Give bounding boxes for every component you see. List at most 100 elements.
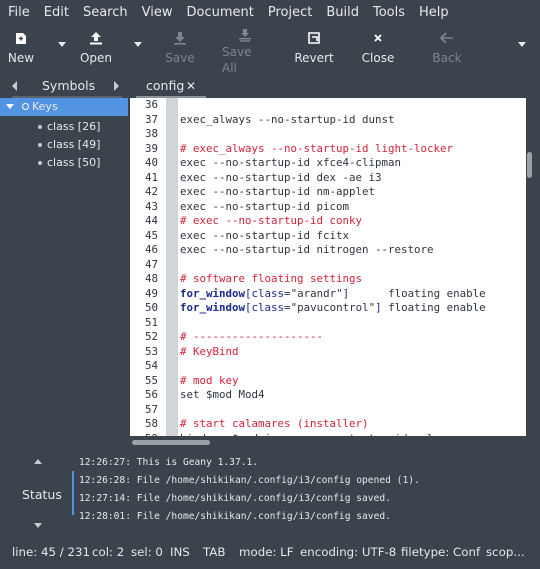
menu-tools[interactable]: Tools	[366, 0, 412, 26]
line-number: 42	[144, 185, 158, 198]
revert-button[interactable]: Revert	[294, 28, 334, 70]
menu-document[interactable]: Document	[179, 0, 260, 26]
line-number: 44	[144, 214, 158, 227]
tree-item-class[interactable]: class [50]	[0, 154, 128, 172]
class-bullet-icon	[38, 125, 42, 129]
editor-vertical-scrollbar[interactable]	[527, 152, 532, 178]
line-number: 52	[144, 330, 158, 343]
editor-tab-strip: config ✕	[128, 74, 540, 98]
tab-status[interactable]: Status	[22, 487, 62, 502]
code-editor[interactable]: 36 37 38 39 40 41 42 43 44 45 46 47 48 49 50 51 52 53 54 55…	[130, 98, 526, 436]
code-comment-line: # --------------------	[180, 330, 324, 343]
close-button[interactable]: Close	[360, 28, 396, 70]
code-line: for_window[class="pavucontrol"] floating…	[180, 301, 486, 316]
line-number: 40	[144, 156, 158, 169]
save-all-button[interactable]: Save All	[222, 28, 268, 75]
code-token: floating enable	[349, 286, 486, 300]
status-message: 12:28:01: File /home/shikikan/.config/i3…	[79, 511, 391, 522]
new-label: New	[7, 51, 35, 65]
line-number: 58	[144, 417, 158, 430]
open-upload-icon	[89, 28, 103, 48]
line-number: 53	[144, 344, 158, 358]
tab-config[interactable]: config	[146, 74, 184, 98]
symbols-tree: Keys class [26] class [49] class [50]	[0, 98, 128, 436]
save-button[interactable]: Save	[162, 28, 198, 70]
line-number: 41	[144, 170, 158, 184]
code-token: "pavucontrol"	[290, 301, 376, 314]
fold-margin[interactable]	[166, 98, 178, 436]
status-insert-mode: INS	[170, 545, 190, 559]
code-token: class	[251, 286, 285, 300]
menu-view[interactable]: View	[135, 0, 180, 26]
line-number: 38	[144, 127, 158, 140]
new-document-icon	[15, 28, 27, 48]
menu-project[interactable]: Project	[261, 0, 319, 26]
save-all-icon	[238, 28, 252, 42]
back-arrow-icon	[440, 28, 454, 48]
new-dropdown-arrow[interactable]	[58, 42, 66, 47]
code-line: exec --no-startup-id nm-applet	[180, 185, 376, 198]
status-scope: scop...	[486, 545, 525, 559]
class-bullet-icon	[38, 143, 42, 147]
line-number-gutter: 36 37 38 39 40 41 42 43 44 45 46 47 48 49 50 51 52 53 54 55…	[130, 98, 166, 436]
status-line-ending: mode: LF	[239, 545, 294, 559]
line-number: 59	[130, 432, 158, 437]
menu-search[interactable]: Search	[76, 0, 135, 26]
code-line: exec --no-startup-id dex -ae i3	[180, 170, 382, 184]
tree-item-label: Keys	[32, 100, 58, 113]
line-number: 37	[144, 112, 158, 126]
toolbar-overflow-arrow[interactable]	[518, 42, 526, 47]
line-number: 55	[144, 373, 158, 387]
code-line: exec --no-startup-id xfce4-clipman	[180, 156, 402, 169]
open-button[interactable]: Open	[76, 28, 116, 70]
save-label: Save	[165, 51, 195, 65]
expander-open-icon[interactable]	[6, 104, 14, 109]
sidebar-tab-strip: Symbols	[0, 74, 128, 98]
code-line: exec --no-startup-id nitrogen --restore	[180, 243, 434, 256]
status-message: 12:27:14: File /home/shikikan/.config/i3…	[79, 493, 391, 504]
tree-item-class[interactable]: class [26]	[0, 118, 128, 136]
open-dropdown-arrow[interactable]	[134, 42, 142, 47]
code-comment-line: # start calamares (installer)	[180, 417, 369, 430]
line-number: 45	[144, 228, 158, 242]
message-tab-prev-icon[interactable]	[34, 459, 42, 464]
status-indent-mode: TAB	[203, 545, 226, 559]
sidebar-tab-next-icon[interactable]	[114, 81, 119, 91]
line-number: 48	[144, 272, 158, 285]
status-message: 12:26:27: This is Geany 1.37.1.	[79, 457, 259, 468]
line-number: 43	[144, 199, 158, 213]
line-number: 46	[144, 243, 158, 256]
code-area[interactable]: exec_always --no-startup-id dunst # exec_…	[178, 98, 526, 437]
revert-icon	[307, 28, 321, 48]
line-number: 56	[144, 388, 158, 401]
tree-item-keys[interactable]: Keys	[0, 98, 128, 116]
code-comment-line: # software floating settings	[180, 272, 363, 285]
new-button[interactable]: New	[6, 28, 36, 70]
tab-close-icon[interactable]: ✕	[186, 74, 196, 98]
revert-label: Revert	[294, 51, 334, 65]
menu-file[interactable]: File	[0, 0, 37, 26]
status-bar: line: 45 / 231 col: 2 sel: 0 INS TAB mod…	[0, 540, 540, 564]
code-token: for_window	[180, 301, 246, 314]
menu-bar: File Edit Search View Document Project B…	[0, 0, 540, 26]
line-number: 49	[144, 286, 158, 300]
code-comment-line: # mod key	[180, 373, 239, 387]
tab-symbols[interactable]: Symbols	[42, 74, 95, 98]
back-button[interactable]: Back	[430, 28, 464, 70]
menu-help[interactable]: Help	[412, 0, 456, 26]
message-panel: Status 12:26:27: This is Geany 1.37.1. 1…	[0, 447, 540, 535]
class-bullet-icon	[38, 161, 42, 165]
menu-build[interactable]: Build	[319, 0, 366, 26]
status-filetype: filetype: Conf	[401, 545, 481, 559]
editor-horizontal-scrollbar[interactable]	[132, 440, 210, 445]
line-number: 54	[144, 359, 158, 372]
line-number: 36	[144, 98, 158, 111]
tree-item-label: class [50]	[47, 156, 101, 169]
tree-item-class[interactable]: class [49]	[0, 136, 128, 154]
status-tab-indicator	[72, 471, 74, 515]
sidebar-tab-prev-icon[interactable]	[12, 81, 17, 91]
menu-edit[interactable]: Edit	[37, 0, 76, 26]
line-number: 39	[144, 141, 158, 155]
message-tab-next-icon[interactable]	[34, 523, 42, 528]
tree-item-label: class [26]	[47, 120, 101, 133]
